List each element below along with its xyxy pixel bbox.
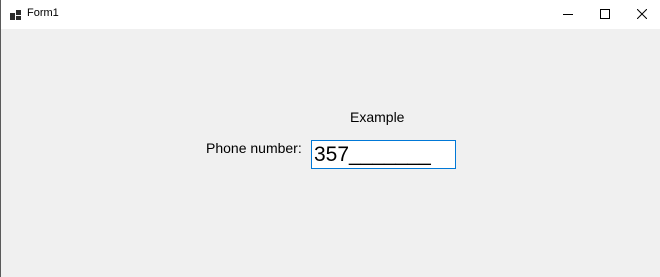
maximize-icon (600, 6, 610, 24)
example-heading: Example (350, 109, 405, 125)
phone-number-input[interactable] (311, 140, 456, 169)
close-button[interactable] (623, 0, 660, 29)
title-bar[interactable]: Form1 (1, 0, 660, 29)
window-border (1, 29, 4, 277)
window-title: Form1 (27, 7, 59, 19)
maximize-button[interactable] (586, 0, 624, 29)
minimize-button[interactable] (549, 0, 587, 29)
phone-number-label: Phone number: (206, 140, 302, 156)
close-icon (636, 6, 648, 24)
app-icon (10, 8, 22, 20)
minimize-icon (563, 6, 573, 24)
form1-window: Form1 Example Phone number: 357_______ (0, 0, 660, 277)
